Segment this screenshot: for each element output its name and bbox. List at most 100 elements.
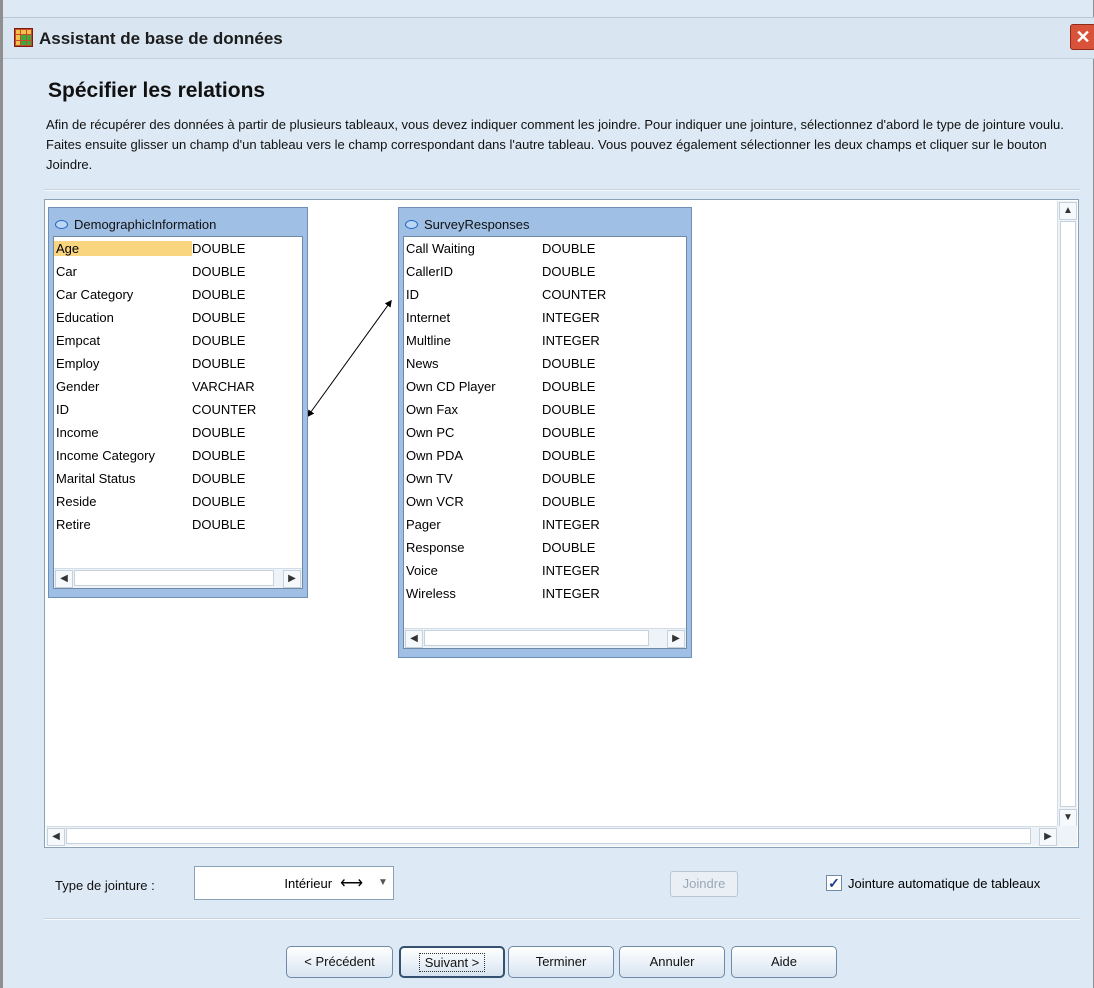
field-type: DOUBLE <box>542 264 596 279</box>
field-name: Own TV <box>406 471 453 486</box>
field-type: INTEGER <box>542 586 600 601</box>
field-name: Call Waiting <box>406 241 475 256</box>
canvas-horizontal-scrollbar[interactable]: ◀ ▶ <box>46 826 1058 846</box>
next-button-label: Suivant > <box>418 953 486 972</box>
table-header[interactable]: SurveyResponses <box>403 212 687 236</box>
field-row[interactable]: Employ DOUBLE <box>54 352 302 375</box>
auto-join-option[interactable]: ✓ Jointure automatique de tableaux <box>826 875 1040 891</box>
field-name: Income <box>56 425 99 440</box>
chevron-down-icon[interactable]: ▼ <box>375 873 391 893</box>
field-type: DOUBLE <box>192 448 246 463</box>
field-row[interactable]: ID COUNTER <box>54 398 302 421</box>
field-row[interactable]: Retire DOUBLE <box>54 513 302 536</box>
close-button[interactable]: ✕ <box>1070 24 1094 50</box>
field-name: Voice <box>406 563 438 578</box>
scroll-down-icon[interactable]: ▼ <box>1059 809 1077 827</box>
field-row[interactable]: Own CD Player DOUBLE <box>404 375 686 398</box>
table-header[interactable]: DemographicInformation <box>53 212 303 236</box>
field-row[interactable]: Empcat DOUBLE <box>54 329 302 352</box>
field-row[interactable]: Own PC DOUBLE <box>404 421 686 444</box>
field-row[interactable]: ID COUNTER <box>404 283 686 306</box>
field-row[interactable]: Own VCR DOUBLE <box>404 490 686 513</box>
join-button[interactable]: Joindre <box>670 871 738 897</box>
field-type: DOUBLE <box>192 333 246 348</box>
field-name: Car <box>56 264 77 279</box>
scroll-right-icon[interactable]: ▶ <box>667 630 685 648</box>
field-name: Own CD Player <box>406 379 496 394</box>
field-row[interactable]: Multline INTEGER <box>404 329 686 352</box>
field-row[interactable]: Income DOUBLE <box>54 421 302 444</box>
scroll-thumb[interactable] <box>1060 221 1076 807</box>
field-row[interactable]: Wireless INTEGER <box>404 582 686 605</box>
help-button[interactable]: Aide <box>731 946 837 978</box>
field-row[interactable]: Income Category DOUBLE <box>54 444 302 467</box>
field-type: VARCHAR <box>192 379 255 394</box>
scroll-thumb[interactable] <box>424 630 649 646</box>
field-name: CallerID <box>406 264 453 279</box>
field-row[interactable]: Response DOUBLE <box>404 536 686 559</box>
finish-button[interactable]: Terminer <box>508 946 614 978</box>
separator <box>44 918 1080 920</box>
field-row[interactable]: Internet INTEGER <box>404 306 686 329</box>
separator <box>44 189 1080 191</box>
field-row[interactable]: Gender VARCHAR <box>54 375 302 398</box>
field-type: DOUBLE <box>542 425 596 440</box>
scroll-right-icon[interactable]: ▶ <box>1039 828 1057 846</box>
cancel-button[interactable]: Annuler <box>619 946 725 978</box>
scroll-corner <box>1057 826 1077 846</box>
field-name: Internet <box>406 310 451 325</box>
field-row[interactable]: Education DOUBLE <box>54 306 302 329</box>
table-horizontal-scrollbar[interactable]: ◀ ▶ <box>404 628 686 648</box>
field-type: DOUBLE <box>192 494 246 509</box>
table-icon <box>55 219 68 229</box>
field-row[interactable]: CallerID DOUBLE <box>404 260 686 283</box>
table-horizontal-scrollbar[interactable]: ◀ ▶ <box>54 568 302 588</box>
field-name: Pager <box>406 517 441 532</box>
field-row[interactable]: Own TV DOUBLE <box>404 467 686 490</box>
field-type: DOUBLE <box>542 471 596 486</box>
field-type: DOUBLE <box>192 287 246 302</box>
scroll-thumb[interactable] <box>74 570 274 586</box>
instructions-text: Afin de récupérer des données à partir d… <box>46 117 1064 172</box>
field-type: DOUBLE <box>192 517 246 532</box>
field-row[interactable]: Pager INTEGER <box>404 513 686 536</box>
field-row[interactable]: Own Fax DOUBLE <box>404 398 686 421</box>
field-type: DOUBLE <box>192 264 246 279</box>
field-row[interactable]: Voice INTEGER <box>404 559 686 582</box>
title-bar: Assistant de base de données ✕ <box>3 17 1094 59</box>
table-name: SurveyResponses <box>424 216 530 232</box>
scroll-thumb[interactable] <box>66 828 1031 844</box>
field-name: Response <box>406 540 465 555</box>
auto-join-checkbox[interactable]: ✓ <box>826 875 842 891</box>
previous-button[interactable]: < Précédent <box>286 946 393 978</box>
field-type: DOUBLE <box>192 471 246 486</box>
field-row[interactable]: Own PDA DOUBLE <box>404 444 686 467</box>
field-type: DOUBLE <box>192 425 246 440</box>
field-row[interactable]: Car Category DOUBLE <box>54 283 302 306</box>
field-name: Empcat <box>56 333 101 348</box>
field-name: Own PDA <box>406 448 464 463</box>
table-survey-responses[interactable]: SurveyResponses Call Waiting DOUBLE Caller… <box>398 207 692 658</box>
next-button[interactable]: Suivant > <box>399 946 505 978</box>
window-title: Assistant de base de données <box>39 29 283 48</box>
field-name: Reside <box>56 494 97 509</box>
field-row[interactable]: Call Waiting DOUBLE <box>404 237 686 260</box>
scroll-left-icon[interactable]: ◀ <box>47 828 65 846</box>
field-type: DOUBLE <box>542 494 596 509</box>
scroll-left-icon[interactable]: ◀ <box>55 570 73 588</box>
field-row[interactable]: Car DOUBLE <box>54 260 302 283</box>
field-list: Call Waiting DOUBLE CallerID DOUBLE ID COUNTE… <box>403 236 687 649</box>
field-row[interactable]: News DOUBLE <box>404 352 686 375</box>
scroll-left-icon[interactable]: ◀ <box>405 630 423 648</box>
scroll-up-icon[interactable]: ▲ <box>1059 202 1077 220</box>
table-demographic-information[interactable]: DemographicInformation Age DOUBLE Car DOUBL… <box>48 207 308 598</box>
join-type-select[interactable]: Intérieur ⟷ ▼ <box>194 866 394 900</box>
scroll-right-icon[interactable]: ▶ <box>283 570 301 588</box>
field-name: Retire <box>56 517 91 532</box>
canvas-vertical-scrollbar[interactable]: ▲ ▼ <box>1057 201 1077 828</box>
relations-canvas[interactable]: DemographicInformation Age DOUBLE Car DOUBL… <box>44 199 1079 848</box>
field-row[interactable]: Reside DOUBLE <box>54 490 302 513</box>
field-row[interactable]: Marital Status DOUBLE <box>54 467 302 490</box>
field-row[interactable]: Age DOUBLE <box>54 237 302 260</box>
field-type: INTEGER <box>542 333 600 348</box>
